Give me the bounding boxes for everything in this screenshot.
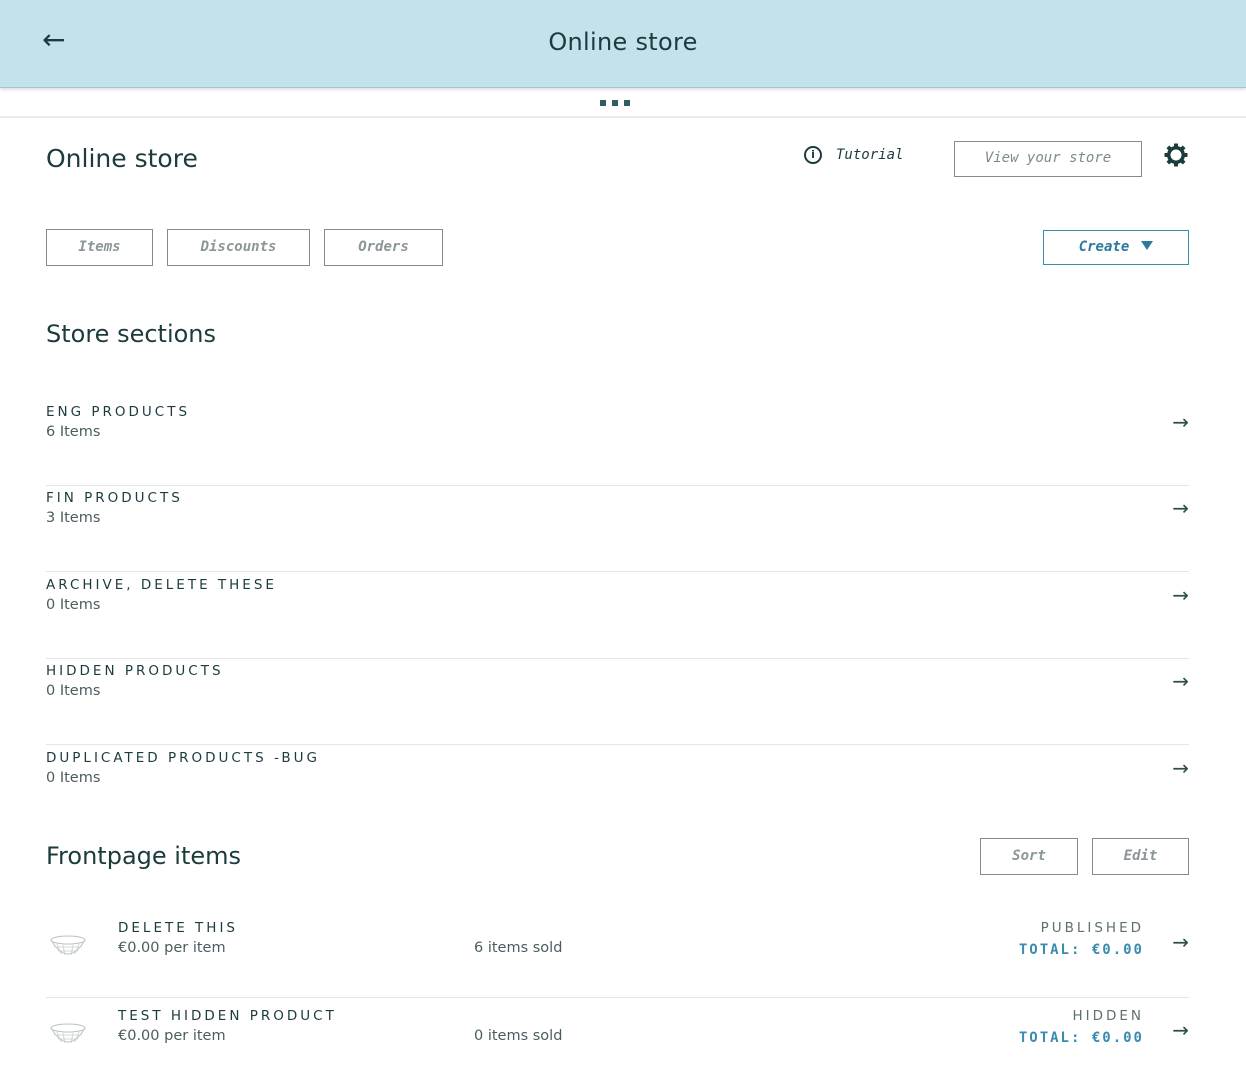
create-dropdown-button[interactable]: Create [1043,230,1189,265]
section-count: 6 Items [46,424,101,440]
item-name: DELETE THIS [118,920,238,936]
tutorial-label: Tutorial [836,147,904,163]
arrow-right-icon[interactable]: → [1172,410,1189,434]
arrow-right-icon[interactable]: → [1172,1018,1189,1042]
status-badge: HIDDEN [1072,1008,1144,1024]
arrow-right-icon[interactable]: → [1172,930,1189,954]
frontpage-items-heading: Frontpage items [46,842,241,870]
section-row[interactable]: ENG PRODUCTS 6 Items → [46,400,1189,486]
view-store-button[interactable]: View your store [954,141,1142,177]
arrow-right-icon[interactable]: → [1172,496,1189,520]
tab-orders[interactable]: Orders [324,229,443,266]
section-count: 0 Items [46,597,101,613]
tutorial-link[interactable]: i Tutorial [804,146,903,164]
item-total: TOTAL: €0.00 [1018,942,1144,958]
top-bar: ← Online store [0,0,1246,88]
caret-down-icon [1141,241,1154,250]
arrow-right-icon[interactable]: → [1172,669,1189,693]
page-title: Online store [46,144,198,173]
item-sold-count: 0 items sold [474,1028,563,1044]
info-icon: i [804,146,822,164]
item-price: €0.00 per item [118,1028,226,1044]
sort-button[interactable]: Sort [980,838,1078,875]
section-row[interactable]: FIN PRODUCTS 3 Items → [46,486,1189,572]
arrow-right-icon[interactable]: → [1172,756,1189,780]
status-badge: PUBLISHED [1040,920,1144,936]
section-name: FIN PRODUCTS [46,490,183,506]
gear-icon[interactable] [1164,143,1188,167]
section-row[interactable]: DUPLICATED PRODUCTS -BUG 0 Items → [46,746,1189,832]
tab-items[interactable]: Items [46,229,153,266]
item-total: TOTAL: €0.00 [1018,1030,1144,1046]
item-price: €0.00 per item [118,940,226,956]
more-dots-icon[interactable] [600,100,630,106]
item-sold-count: 6 items sold [474,940,563,956]
list-item[interactable]: TEST HIDDEN PRODUCT €0.00 per item 0 ite… [46,998,1189,1080]
section-name: HIDDEN PRODUCTS [46,663,224,679]
create-label: Create [1078,239,1130,255]
section-count: 0 Items [46,770,101,786]
window-title: Online store [548,28,698,56]
tab-discounts[interactable]: Discounts [167,229,310,266]
section-name: DUPLICATED PRODUCTS -BUG [46,750,320,766]
bowl-thumbnail-icon [50,935,86,956]
bowl-thumbnail-icon [50,1023,86,1044]
item-name: TEST HIDDEN PRODUCT [118,1008,337,1024]
edit-button[interactable]: Edit [1092,838,1189,875]
section-row[interactable]: ARCHIVE, DELETE THESE 0 Items → [46,573,1189,659]
list-item[interactable]: DELETE THIS €0.00 per item 6 items sold … [46,910,1189,998]
arrow-right-icon[interactable]: → [1172,583,1189,607]
store-sections-heading: Store sections [46,320,217,348]
section-count: 3 Items [46,510,101,526]
section-count: 0 Items [46,683,101,699]
drag-handle[interactable] [0,88,1246,118]
section-row[interactable]: HIDDEN PRODUCTS 0 Items → [46,659,1189,745]
section-name: ENG PRODUCTS [46,404,191,420]
section-name: ARCHIVE, DELETE THESE [46,577,277,593]
